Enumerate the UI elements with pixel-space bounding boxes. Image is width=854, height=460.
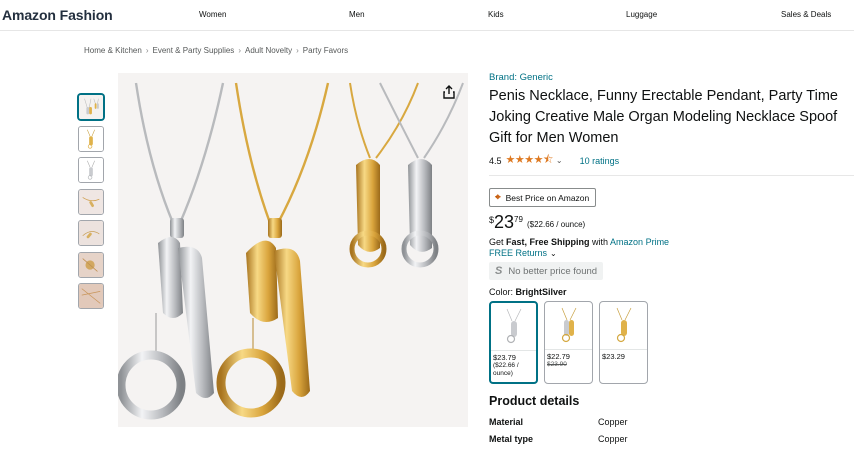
chevron-down-icon[interactable]: ⌄ — [556, 156, 563, 165]
swatch-image — [491, 303, 536, 351]
thumbnail-6[interactable] — [78, 251, 104, 278]
no-better-price-label: No better price found — [508, 265, 598, 277]
color-swatches: $23.79 ($22.66 / ounce) $22.79 $23.90 $2… — [489, 301, 854, 384]
shipping-prefix: Get — [489, 237, 507, 247]
thumbnail-4[interactable] — [78, 188, 104, 215]
detail-key: Metal type — [489, 434, 534, 444]
swatch-price: $22.79 — [547, 352, 570, 361]
nav-link-sales-deals[interactable]: Sales & Deals — [781, 10, 831, 19]
share-icon[interactable] — [441, 84, 457, 100]
swatch-unit-price: ($22.66 / ounce) — [493, 362, 519, 377]
thumbnail-strip — [78, 94, 106, 315]
swatch-image — [545, 302, 592, 350]
thumbnail-2[interactable] — [78, 125, 104, 152]
product-info: Brand: Generic Penis Necklace, Funny Ere… — [489, 72, 854, 444]
main-product-image[interactable] — [118, 73, 468, 427]
color-label: Color: BrightSilver — [489, 287, 854, 297]
thumbnail-5[interactable] — [78, 220, 104, 246]
thumbnail-7[interactable] — [78, 283, 104, 309]
nav-link-men[interactable]: Men — [349, 10, 365, 19]
nav-link-women[interactable]: Women — [199, 10, 226, 19]
shipping-with: with — [589, 237, 611, 247]
brand-link[interactable]: Brand: Generic — [489, 72, 854, 83]
swatch-mixed[interactable]: $22.79 $23.90 — [544, 301, 593, 384]
detail-key: Material — [489, 417, 524, 427]
swatch-brightsilver[interactable]: $23.79 ($22.66 / ounce) — [489, 301, 538, 384]
swatch-image — [600, 302, 647, 350]
breadcrumb-separator: › — [296, 46, 299, 55]
breadcrumb-party-supplies[interactable]: Event & Party Supplies — [152, 46, 234, 55]
amazon-prime-link[interactable]: Amazon Prime — [610, 237, 669, 247]
nav-link-kids[interactable]: Kids — [488, 10, 504, 19]
price: $ 23 79 ($22.66 / ounce) — [489, 213, 854, 232]
price-per-unit: ($22.66 / ounce) — [526, 220, 586, 229]
nav-link-luggage[interactable]: Luggage — [626, 10, 657, 19]
product-details-heading: Product details — [489, 394, 580, 408]
swatch-price: $23.79 — [493, 353, 516, 362]
shipping-info: Get Fast, Free Shipping with Amazon Prim… — [489, 237, 854, 247]
product-title: Penis Necklace, Funny Erectable Pendant,… — [489, 88, 838, 146]
top-nav: Amazon Fashion Women Men Kids Luggage Sa… — [0, 0, 854, 31]
no-better-price-badge: S No better price found — [489, 262, 604, 280]
color-label-prefix: Color: — [489, 287, 516, 297]
detail-row: Metal type Copper — [489, 434, 854, 444]
breadcrumb-adult-novelty[interactable]: Adult Novelty — [245, 46, 292, 55]
rating-value: 4.5 — [489, 155, 502, 166]
breadcrumb-separator: › — [238, 46, 241, 55]
best-price-badge[interactable]: ⌖ Best Price on Amazon — [489, 188, 597, 207]
thumbnail-1[interactable] — [78, 94, 104, 120]
free-returns-label: FREE Returns — [489, 248, 548, 258]
breadcrumb-separator: › — [145, 46, 149, 55]
swatch-price: $23.29 — [602, 352, 625, 361]
price-whole: 23 — [494, 212, 515, 232]
store-logo[interactable]: Amazon Fashion — [2, 7, 113, 23]
chevron-down-icon: ⌄ — [550, 248, 557, 258]
dollar-icon: S — [495, 265, 503, 277]
detail-row: Material Copper — [489, 417, 854, 427]
swatch-gold[interactable]: $23.29 — [599, 301, 648, 384]
ratings-count-link[interactable]: 10 ratings — [580, 156, 620, 166]
shipping-bold: Fast, Free Shipping — [506, 237, 590, 247]
breadcrumb-home-kitchen[interactable]: Home & Kitchen — [84, 46, 142, 55]
color-value: BrightSilver — [515, 287, 567, 297]
breadcrumb: Home & Kitchen › Event & Party Supplies › Ad… — [84, 46, 348, 55]
divider — [489, 175, 854, 176]
price-tag-icon: ⌖ — [495, 192, 501, 203]
breadcrumb-party-favors[interactable]: Party Favors — [303, 46, 348, 55]
free-returns-link[interactable]: FREE Returns ⌄ — [489, 248, 854, 258]
thumbnail-3[interactable] — [78, 157, 104, 183]
swatch-list-price: $23.90 — [547, 361, 567, 368]
price-fraction: 79 — [514, 215, 523, 224]
detail-value: Copper — [598, 417, 628, 427]
rating-row: 4.5 ★★★★⯪ ⌄ 10 ratings — [489, 151, 854, 170]
detail-value: Copper — [598, 434, 628, 444]
star-rating-icon[interactable]: ★★★★⯪ — [506, 151, 554, 170]
best-price-label: Best Price on Amazon — [505, 192, 590, 203]
